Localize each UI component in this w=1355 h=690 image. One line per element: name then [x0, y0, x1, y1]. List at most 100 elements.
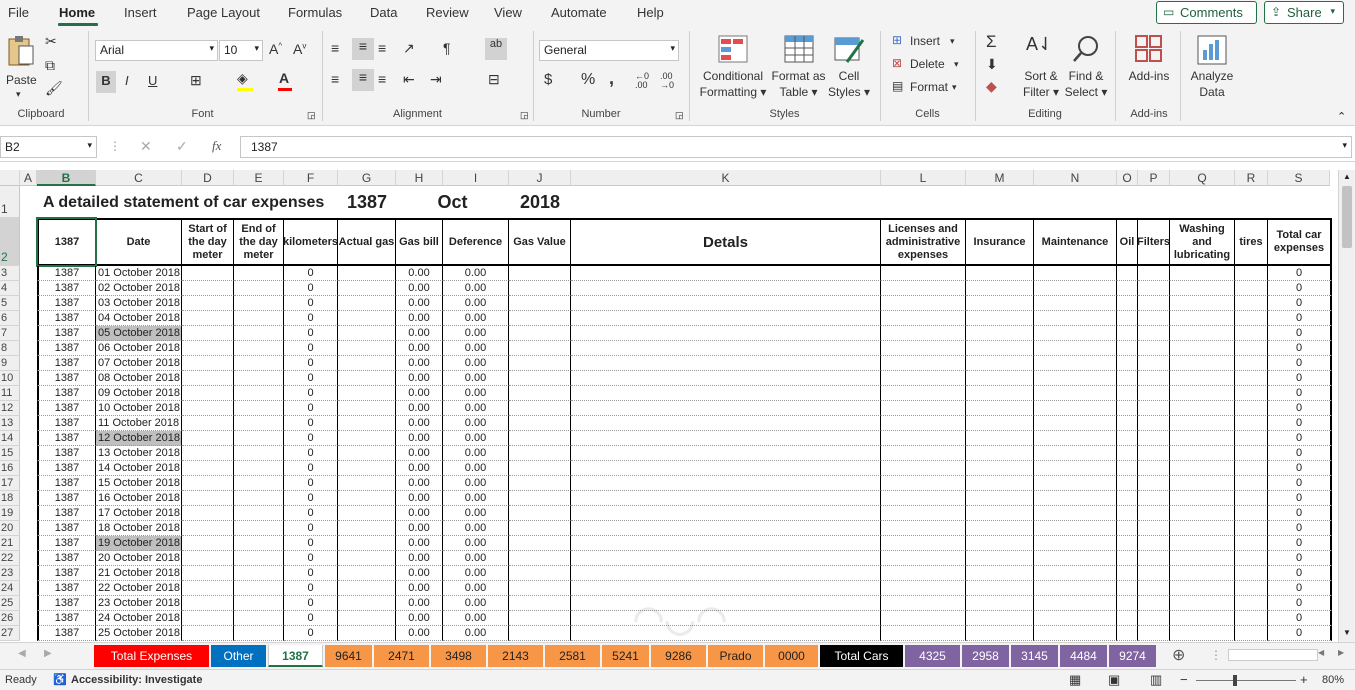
cell[interactable]: [182, 506, 234, 521]
cell[interactable]: [1235, 431, 1268, 446]
cell[interactable]: [881, 431, 966, 446]
format-painter-icon[interactable]: 🖌: [45, 80, 63, 97]
next-sheet-icon[interactable]: ▶: [44, 648, 52, 659]
header-cell-g[interactable]: Actual gas: [338, 218, 396, 266]
car-number-cell[interactable]: 1387: [37, 551, 96, 566]
align-center-icon[interactable]: ≡: [352, 69, 374, 91]
row-header[interactable]: 19: [0, 506, 20, 521]
date-cell[interactable]: 19 October 2018: [96, 536, 182, 551]
underline-button[interactable]: U: [148, 73, 157, 88]
cell[interactable]: [571, 536, 881, 551]
zoom-level[interactable]: 80%: [1322, 674, 1344, 686]
sheet-tab[interactable]: 2581: [545, 645, 600, 667]
cell[interactable]: [1034, 446, 1117, 461]
cell[interactable]: [1138, 551, 1170, 566]
cell[interactable]: [509, 476, 571, 491]
decrease-decimal-icon[interactable]: .00 →0: [660, 72, 674, 90]
cell[interactable]: [1170, 281, 1235, 296]
cell[interactable]: [1235, 446, 1268, 461]
cell[interactable]: [1117, 581, 1138, 596]
cell[interactable]: [1034, 416, 1117, 431]
cell[interactable]: [881, 266, 966, 281]
row-header[interactable]: 26: [0, 611, 20, 626]
name-box[interactable]: B2 ▾: [0, 136, 97, 158]
cell[interactable]: [1235, 401, 1268, 416]
cell[interactable]: [1138, 281, 1170, 296]
cell[interactable]: [182, 551, 234, 566]
cell[interactable]: [881, 476, 966, 491]
cell[interactable]: [338, 401, 396, 416]
cell[interactable]: [1235, 386, 1268, 401]
insert-cells-button[interactable]: ⊞ Insert ▾: [890, 33, 970, 51]
date-cell[interactable]: 25 October 2018: [96, 626, 182, 641]
cell[interactable]: [234, 416, 284, 431]
cell[interactable]: [1117, 431, 1138, 446]
kilometers-cell[interactable]: 0: [284, 326, 338, 341]
cell[interactable]: [234, 476, 284, 491]
cell[interactable]: [1034, 581, 1117, 596]
gas-bill-cell[interactable]: 0.00: [396, 446, 443, 461]
cell[interactable]: [1138, 356, 1170, 371]
cell[interactable]: [1235, 581, 1268, 596]
row-header[interactable]: 24: [0, 581, 20, 596]
cell-styles-button[interactable]: Cell Styles ▾: [826, 32, 872, 102]
car-number-cell[interactable]: 1387: [37, 581, 96, 596]
car-number-cell[interactable]: 1387: [37, 341, 96, 356]
row-header[interactable]: 9: [0, 356, 20, 371]
cell[interactable]: [509, 311, 571, 326]
kilometers-cell[interactable]: 0: [284, 506, 338, 521]
column-header[interactable]: I: [443, 170, 509, 186]
cell[interactable]: [1235, 341, 1268, 356]
row-header[interactable]: 1: [0, 186, 20, 218]
cell[interactable]: [338, 581, 396, 596]
deference-cell[interactable]: 0.00: [443, 551, 509, 566]
date-cell[interactable]: 03 October 2018: [96, 296, 182, 311]
delete-cells-button[interactable]: ⊠ Delete ▾: [890, 56, 970, 74]
cell[interactable]: [966, 281, 1034, 296]
enter-icon[interactable]: ✓: [176, 138, 188, 155]
deference-cell[interactable]: 0.00: [443, 416, 509, 431]
cell[interactable]: [509, 551, 571, 566]
cell[interactable]: [1117, 416, 1138, 431]
gas-bill-cell[interactable]: 0.00: [396, 341, 443, 356]
row-header[interactable]: 13: [0, 416, 20, 431]
cell[interactable]: [966, 416, 1034, 431]
cell[interactable]: [1138, 311, 1170, 326]
cell[interactable]: [1034, 326, 1117, 341]
share-button[interactable]: ⇪ Share ▾: [1264, 1, 1344, 24]
cell[interactable]: [509, 506, 571, 521]
date-cell[interactable]: 13 October 2018: [96, 446, 182, 461]
sheet-tab[interactable]: 9286: [651, 645, 706, 667]
cell[interactable]: [1235, 281, 1268, 296]
deference-cell[interactable]: 0.00: [443, 596, 509, 611]
cell[interactable]: [338, 476, 396, 491]
cell[interactable]: [1170, 431, 1235, 446]
cell[interactable]: [1138, 476, 1170, 491]
cell[interactable]: [182, 536, 234, 551]
car-number-cell[interactable]: 1387: [37, 491, 96, 506]
cell[interactable]: [1138, 626, 1170, 641]
collapse-ribbon-icon[interactable]: ⌃: [1337, 110, 1346, 123]
date-cell[interactable]: 02 October 2018: [96, 281, 182, 296]
cell[interactable]: [182, 446, 234, 461]
cell[interactable]: [234, 341, 284, 356]
cell[interactable]: [1138, 386, 1170, 401]
deference-cell[interactable]: 0.00: [443, 311, 509, 326]
cell[interactable]: [234, 566, 284, 581]
cell[interactable]: [966, 266, 1034, 281]
gas-bill-cell[interactable]: 0.00: [396, 536, 443, 551]
cell[interactable]: [234, 311, 284, 326]
deference-cell[interactable]: 0.00: [443, 536, 509, 551]
cell[interactable]: [881, 491, 966, 506]
normal-view-icon[interactable]: ▦: [1069, 672, 1081, 688]
analyze-data-button[interactable]: Analyze Data: [1186, 32, 1238, 102]
decrease-font-icon[interactable]: Av: [293, 41, 306, 57]
kilometers-cell[interactable]: 0: [284, 371, 338, 386]
cell[interactable]: [1170, 476, 1235, 491]
cell[interactable]: [571, 581, 881, 596]
date-cell[interactable]: 21 October 2018: [96, 566, 182, 581]
cell[interactable]: [571, 461, 881, 476]
column-header[interactable]: R: [1235, 170, 1268, 186]
cell[interactable]: [509, 566, 571, 581]
header-cell-h[interactable]: Gas bill: [396, 218, 443, 266]
